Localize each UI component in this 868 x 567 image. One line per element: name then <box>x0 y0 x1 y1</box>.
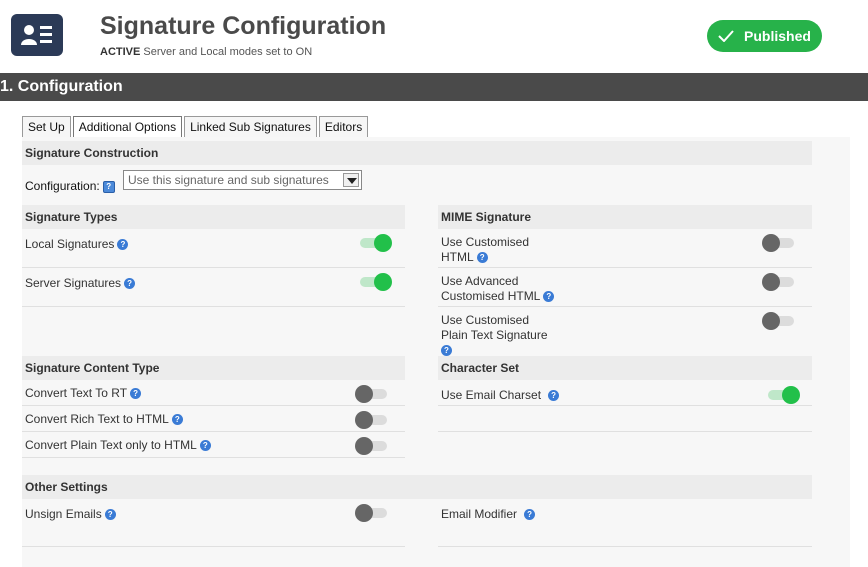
convert-rich-text-to-html-label: Convert Rich Text to HTML? <box>25 412 183 426</box>
row-local-signatures: Local Signatures? <box>22 229 405 268</box>
toggle-knob <box>762 312 780 330</box>
convert-plain-text-to-html-label: Convert Plain Text only to HTML? <box>25 438 211 452</box>
use-customised-html-toggle[interactable] <box>762 234 796 252</box>
help-icon[interactable]: ? <box>171 414 183 425</box>
toggle-knob <box>355 437 373 455</box>
help-icon[interactable]: ? <box>104 509 116 520</box>
row-use-customised-html: Use Customised HTML? <box>438 229 812 268</box>
published-button[interactable]: Published <box>707 20 822 52</box>
use-email-charset-label-text: Use Email Charset <box>441 388 542 402</box>
toggle-knob <box>355 385 373 403</box>
section-bar-configuration: 1. Configuration <box>0 73 868 101</box>
use-customised-plain-text-label-line2: Plain Text Signature <box>441 328 548 342</box>
convert-text-to-rt-toggle[interactable] <box>355 385 389 403</box>
email-modifier-label: Email Modifier? <box>441 507 536 521</box>
options-panel: Signature Construction Configuration:? U… <box>22 137 850 567</box>
server-signatures-toggle[interactable] <box>358 273 392 291</box>
unsign-emails-label: Unsign Emails? <box>25 507 116 521</box>
mode-status-text: Server and Local modes set to ON <box>140 46 313 58</box>
use-advanced-customised-html-toggle[interactable] <box>762 273 796 291</box>
use-email-charset-label: Use Email Charset? <box>441 388 560 402</box>
configuration-label-text: Configuration: <box>25 179 100 193</box>
toggle-knob <box>355 504 373 522</box>
convert-plain-text-to-html-toggle[interactable] <box>355 437 389 455</box>
toggle-knob <box>762 273 780 291</box>
row-email-modifier: Email Modifier? <box>438 499 812 547</box>
help-icon[interactable]: ? <box>543 291 555 302</box>
configuration-select-value: Use this signature and sub signatures <box>128 173 329 187</box>
heading-signature-types: Signature Types <box>22 205 405 229</box>
help-icon[interactable]: ? <box>130 388 142 399</box>
toggle-knob <box>374 273 392 291</box>
chevron-down-icon[interactable] <box>343 173 359 187</box>
email-modifier-label-text: Email Modifier <box>441 507 518 521</box>
use-advanced-customised-html-label-line1: Use Advanced <box>441 274 519 288</box>
use-email-charset-toggle[interactable] <box>766 386 800 404</box>
help-icon[interactable]: ? <box>476 252 488 263</box>
use-advanced-customised-html-label: Use Advanced Customised HTML? <box>441 274 555 304</box>
row-use-customised-plain-text: Use Customised Plain Text Signature? <box>438 307 812 358</box>
help-icon[interactable]: ? <box>524 509 536 520</box>
help-icon[interactable]: ? <box>441 345 452 356</box>
help-icon[interactable]: ? <box>199 440 211 451</box>
help-icon[interactable]: ? <box>102 181 115 193</box>
content-area: Set Up Additional Options Linked Sub Sig… <box>0 101 868 567</box>
configuration-select[interactable]: Use this signature and sub signatures <box>123 170 362 190</box>
header: Signature Configuration ACTIVE Server an… <box>0 0 868 72</box>
use-customised-plain-text-label-line1: Use Customised <box>441 313 530 327</box>
heading-other-settings: Other Settings <box>22 475 812 499</box>
convert-rich-text-to-html-toggle[interactable] <box>355 411 389 429</box>
heading-character-set: Character Set <box>438 356 812 380</box>
row-use-email-charset: Use Email Charset? <box>438 380 812 406</box>
help-icon[interactable]: ? <box>117 239 129 250</box>
local-signatures-label: Local Signatures? <box>25 237 129 251</box>
server-signatures-label: Server Signatures? <box>25 276 136 290</box>
use-customised-html-label-line2: HTML <box>441 250 474 264</box>
help-icon[interactable]: ? <box>548 390 560 401</box>
page: Signature Configuration ACTIVE Server an… <box>0 0 868 567</box>
use-advanced-customised-html-label-line2: Customised HTML <box>441 289 541 303</box>
heading-signature-content-type: Signature Content Type <box>22 356 405 380</box>
row-server-signatures: Server Signatures? <box>22 268 405 307</box>
heading-mime-signature: MIME Signature <box>438 205 812 229</box>
local-signatures-toggle[interactable] <box>358 234 392 252</box>
checkmark-icon <box>718 30 734 42</box>
convert-rich-text-to-html-label-text: Convert Rich Text to HTML <box>25 412 169 426</box>
configuration-label: Configuration:? <box>25 179 115 193</box>
unsign-emails-toggle[interactable] <box>355 504 389 522</box>
toggle-knob <box>374 234 392 252</box>
tab-editors[interactable]: Editors <box>318 116 369 137</box>
tab-additional-options[interactable]: Additional Options <box>72 116 183 138</box>
local-signatures-label-text: Local Signatures <box>25 237 115 251</box>
row-convert-text-to-rt: Convert Text To RT? <box>22 380 405 406</box>
toggle-knob <box>762 234 780 252</box>
use-customised-plain-text-toggle[interactable] <box>762 312 796 330</box>
toggle-knob <box>782 386 800 404</box>
page-subtitle: ACTIVE Server and Local modes set to ON <box>100 46 312 58</box>
row-convert-plain-text-to-html: Convert Plain Text only to HTML? <box>22 432 405 458</box>
convert-plain-text-to-html-label-text: Convert Plain Text only to HTML <box>25 438 197 452</box>
row-charset-spacer <box>438 406 812 432</box>
use-customised-plain-text-label: Use Customised Plain Text Signature? <box>441 313 548 358</box>
tab-set-up[interactable]: Set Up <box>22 116 71 137</box>
active-label: ACTIVE <box>100 46 141 58</box>
unsign-emails-label-text: Unsign Emails <box>25 507 102 521</box>
tab-strip: Set Up Additional Options Linked Sub Sig… <box>22 116 370 138</box>
row-unsign-emails: Unsign Emails? <box>22 499 405 547</box>
toggle-knob <box>355 411 373 429</box>
heading-signature-construction: Signature Construction <box>22 141 812 165</box>
use-customised-html-label-line1: Use Customised <box>441 235 530 249</box>
page-title: Signature Configuration <box>100 12 387 40</box>
row-use-advanced-customised-html: Use Advanced Customised HTML? <box>438 268 812 307</box>
row-convert-rich-text-to-html: Convert Rich Text to HTML? <box>22 406 405 432</box>
server-signatures-label-text: Server Signatures <box>25 276 122 290</box>
contact-card-icon <box>11 14 63 56</box>
use-customised-html-label: Use Customised HTML? <box>441 235 529 265</box>
convert-text-to-rt-label-text: Convert Text To RT <box>25 386 128 400</box>
convert-text-to-rt-label: Convert Text To RT? <box>25 386 142 400</box>
tab-linked-sub-signatures[interactable]: Linked Sub Signatures <box>184 116 317 137</box>
help-icon[interactable]: ? <box>124 278 136 289</box>
published-label: Published <box>744 28 811 44</box>
